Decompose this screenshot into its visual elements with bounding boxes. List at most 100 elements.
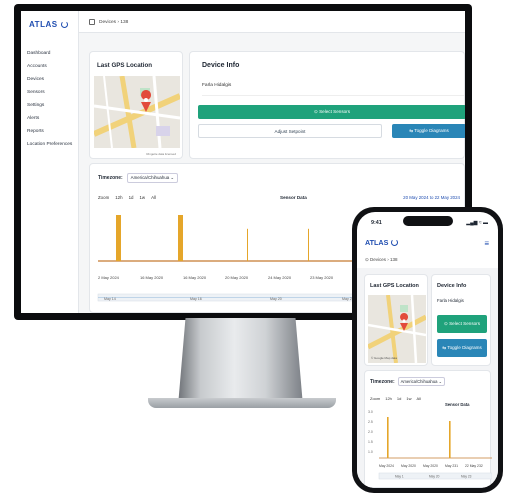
chart-bar: [308, 228, 309, 261]
bar-group: [116, 215, 359, 261]
phone-sensor-chart-card: Timezone: America/Chihuahua ⌄ Zoom 12h 1…: [364, 370, 492, 488]
x-tick-label: May 231: [445, 464, 458, 468]
x-tick-label: May 2020: [423, 464, 438, 468]
select-sensors-button[interactable]: ⊙ Select Sensors: [198, 105, 465, 119]
nav-tick-label: May 20: [270, 297, 282, 301]
adjust-setpoint-button[interactable]: Adjust Setpoint: [198, 124, 382, 138]
gps-card-title: Last GPS Location: [370, 283, 419, 289]
device-info-card: Device Info Farla Hidalgis ⊙ Select Sens…: [189, 51, 465, 159]
logo-text: ATLAS: [29, 20, 58, 29]
toggle-diagrams-button[interactable]: ⇆ Toggle Diagrams: [437, 339, 487, 357]
product-showcase: ATLAS Dashboard Accounts Devices Sensors…: [0, 0, 509, 495]
phone-breadcrumb[interactable]: ⊙ Devices › 138: [365, 257, 398, 263]
map-caption: Ringette data licensed: [146, 152, 176, 156]
gps-map[interactable]: [94, 76, 180, 148]
phone-screen: 9:41 ▂▄▆ ≈ ▬ ATLAS ≡ ⊙ Devices › 138 Las…: [357, 212, 498, 488]
power-icon: [391, 239, 399, 246]
chart-bar: [178, 215, 183, 261]
nav-tick-label: May 23: [461, 475, 472, 479]
timezone-label: Timezone:: [370, 378, 395, 385]
y-tick-label: 3.0: [368, 410, 373, 414]
zoom-all-button[interactable]: All: [151, 195, 156, 200]
status-time: 9:41: [371, 220, 382, 226]
nav-item-location-preferences[interactable]: Location Preferences: [27, 142, 72, 147]
phone-app-logo[interactable]: ATLAS: [365, 238, 399, 247]
divider: [202, 95, 464, 96]
zoom-1d-button[interactable]: 1d: [129, 195, 134, 200]
phone-notch: [403, 216, 453, 226]
breadcrumb-text[interactable]: Devices › 138: [99, 20, 128, 25]
zoom-label: Zoom: [370, 396, 381, 401]
chart-bar: [116, 215, 121, 261]
app-logo[interactable]: ATLAS: [29, 20, 68, 29]
bar-group: [387, 417, 451, 458]
timezone-row: Timezone: America/Chihuahua ⌄: [370, 377, 446, 386]
zoom-all-button[interactable]: All: [417, 396, 421, 401]
device-name: Farla Hidalgis: [202, 83, 232, 88]
chart-bar: [387, 417, 389, 458]
y-tick-label: 1.0: [368, 450, 373, 454]
nav-item-devices[interactable]: Devices: [27, 77, 72, 82]
chart-title: Sensor Data: [280, 195, 307, 200]
phone-gps-map[interactable]: [368, 295, 426, 363]
x-tick-label: May 2020: [401, 464, 416, 468]
chart-bar: [449, 421, 451, 458]
phone-gps-card: Last GPS Location © Google Map data: [364, 274, 428, 366]
breadcrumb: Devices › 138: [89, 19, 128, 25]
nav-tick-label: May 20: [429, 475, 440, 479]
map-graphic: [368, 295, 426, 363]
status-icons: ▂▄▆ ≈ ▬: [466, 220, 488, 226]
power-icon: [60, 21, 68, 28]
device-name: Farla Hidalgis: [437, 298, 464, 303]
timezone-select[interactable]: America/Chihuahua ⌄: [126, 173, 179, 183]
x-tick-label: 24 May 2020: [268, 275, 292, 280]
zoom-12h-button[interactable]: 12h: [115, 195, 122, 200]
sidebar: ATLAS Dashboard Accounts Devices Sensors…: [21, 11, 79, 313]
x-tick-label: 23 May 2020: [310, 275, 334, 280]
timezone-label: Timezone:: [98, 175, 123, 181]
zoom-12h-button[interactable]: 12h: [385, 396, 392, 401]
nav-tick-label: May 1: [395, 475, 404, 479]
y-axis-labels: 3.0 2.5 2.0 1.5 1.0: [368, 410, 373, 454]
device-info-title: Device Info: [202, 62, 240, 69]
y-tick-label: 2.5: [368, 420, 373, 424]
nav-item-settings[interactable]: Settings: [27, 103, 72, 108]
map-caption: © Google Map data: [371, 356, 398, 360]
x-tick-label: May 2024: [379, 464, 394, 468]
x-axis-labels: 2 May 2024 16 May 2020 16 May 2020 20 Ma…: [98, 275, 376, 280]
chart-bar: [247, 228, 248, 261]
zoom-1d-button[interactable]: 1d: [397, 396, 401, 401]
y-tick-label: 1.5: [368, 440, 373, 444]
nav-item-dashboard[interactable]: Dashboard: [27, 51, 72, 56]
nav-item-accounts[interactable]: Accounts: [27, 64, 72, 69]
nav-tick-label: May 16: [190, 297, 202, 301]
zoom-1w-button[interactable]: 1w: [406, 396, 411, 401]
select-sensors-button[interactable]: ⊙ Select Sensors: [437, 315, 487, 333]
x-tick-label: 16 May 2020: [183, 275, 207, 280]
toggle-diagrams-button[interactable]: ⇆ Toggle Diagrams: [392, 124, 465, 138]
nav-tick-label: May 14: [104, 297, 116, 301]
phone: 9:41 ▂▄▆ ≈ ▬ ATLAS ≡ ⊙ Devices › 138 Las…: [352, 207, 503, 493]
x-tick-label: 16 May 2020: [140, 275, 164, 280]
map-graphic: [94, 76, 180, 148]
x-tick-label: 20 May 2020: [225, 275, 249, 280]
device-icon: [89, 19, 95, 25]
nav-item-sensors[interactable]: Sensors: [27, 90, 72, 95]
timezone-select[interactable]: America/Chihuahua ⌄: [397, 377, 446, 386]
monitor-stand: [178, 318, 303, 406]
gps-card: Last GPS Location Ringette data licensed: [89, 51, 183, 159]
hamburger-menu-icon[interactable]: ≡: [484, 239, 489, 248]
gps-card-title: Last GPS Location: [97, 62, 153, 69]
monitor-base: [148, 398, 336, 408]
nav-item-reports[interactable]: Reports: [27, 129, 72, 134]
phone-device-info-card: Device Info Farla Hidalgis ⊙ Select Sens…: [431, 274, 491, 366]
chart-date-range: 20 May 2024 to 22 May 2024: [403, 195, 460, 200]
device-info-title: Device Info: [437, 283, 467, 289]
x-tick-label: 22 May 232: [465, 464, 483, 468]
zoom-controls: Zoom 12h 1d 1w All: [98, 195, 156, 200]
timezone-row: Timezone: America/Chihuahua ⌄: [98, 173, 179, 183]
x-axis-labels: May 2024 May 2020 May 2020 May 231 22 Ma…: [379, 464, 483, 468]
nav-item-alerts[interactable]: Alerts: [27, 116, 72, 121]
logo-text: ATLAS: [365, 238, 389, 247]
zoom-1w-button[interactable]: 1w: [139, 195, 145, 200]
